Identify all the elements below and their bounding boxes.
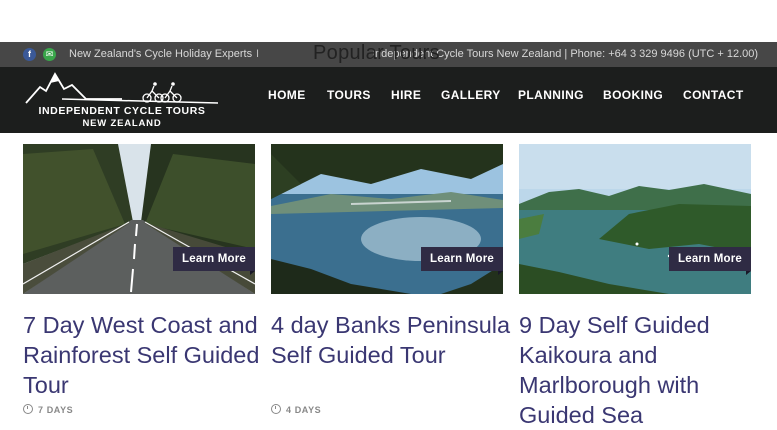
nav-home[interactable]: HOME — [268, 88, 306, 102]
tour-title[interactable]: 7 Day West Coast and Rainforest Self Gui… — [23, 310, 263, 400]
nav-gallery[interactable]: GALLERY — [441, 88, 501, 102]
learn-more-button[interactable]: Learn More — [421, 247, 503, 275]
duration-label: 4 DAYS — [286, 405, 322, 415]
tour-duration: 7 DAYS — [23, 404, 73, 415]
logo-text-sub: NEW ZEALAND — [82, 118, 162, 129]
tour-title[interactable]: 9 Day Self Guided Kaikoura and Marlborou… — [519, 310, 759, 430]
email-icon[interactable]: ✉ — [43, 48, 56, 61]
lake-jetty-photo[interactable] — [271, 144, 503, 294]
duration-label: 7 DAYS — [38, 405, 74, 415]
clock-icon — [271, 404, 281, 414]
section-title: Popular Tours — [313, 42, 440, 64]
facebook-icon[interactable]: f — [23, 48, 36, 61]
mountains-cyclists-icon — [25, 72, 219, 104]
logo-text-main: INDEPENDENT CYCLE TOURS — [38, 105, 206, 117]
nav-planning[interactable]: PLANNING — [518, 88, 584, 102]
forest-road-photo[interactable] — [23, 144, 255, 294]
nav-contact[interactable]: CONTACT — [683, 88, 744, 102]
learn-more-button[interactable]: Learn More — [669, 247, 751, 275]
nav-hire[interactable]: HIRE — [391, 88, 421, 102]
site-logo[interactable]: INDEPENDENT CYCLE TOURS NEW ZEALAND — [22, 69, 222, 131]
clock-icon — [23, 404, 33, 414]
tagline-separator: I — [256, 48, 260, 60]
tour-duration: 4 DAYS — [271, 404, 321, 415]
nav-tours[interactable]: TOURS — [327, 88, 371, 102]
main-header: INDEPENDENT CYCLE TOURS NEW ZEALAND HOME… — [0, 67, 777, 133]
tour-title[interactable]: 4 day Banks Peninsula Self Guided Tour — [271, 310, 511, 370]
nav-booking[interactable]: BOOKING — [603, 88, 663, 102]
sounds-bay-photo[interactable] — [519, 144, 751, 294]
learn-more-button[interactable]: Learn More — [173, 247, 255, 275]
site-tagline: New Zealand's Cycle Holiday Experts — [69, 48, 253, 60]
